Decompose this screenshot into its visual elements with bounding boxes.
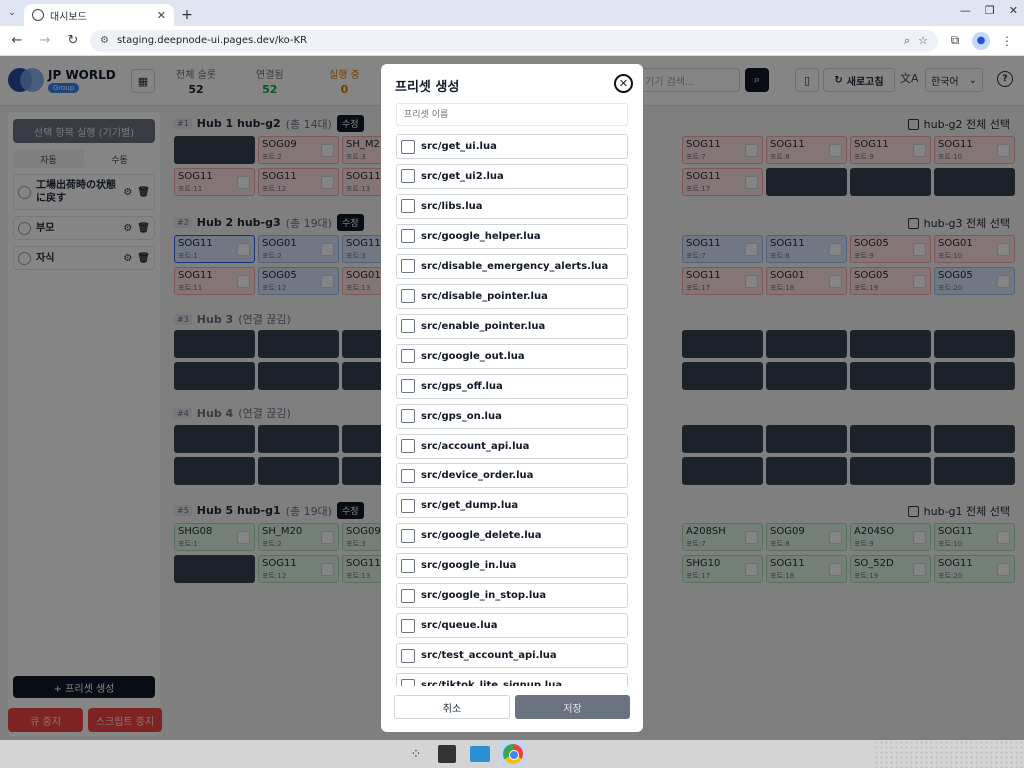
minimize-icon[interactable]: — [960, 4, 971, 17]
script-label: src/test_account_api.lua [421, 650, 557, 662]
window-controls: — ❐ ✕ [960, 4, 1018, 17]
script-checkbox[interactable] [401, 139, 415, 154]
script-option[interactable]: src/gps_on.lua [396, 403, 628, 429]
script-checkbox[interactable] [401, 169, 415, 184]
url-text: staging.deepnode-ui.pages.dev/ko-KR [116, 35, 308, 46]
terminal-icon[interactable] [434, 742, 460, 766]
back-icon[interactable]: ← [6, 30, 28, 52]
close-tab-icon[interactable]: ✕ [157, 9, 166, 22]
script-label: src/libs.lua [421, 200, 483, 212]
url-field[interactable]: ⚙ staging.deepnode-ui.pages.dev/ko-KR ⌕ … [90, 29, 938, 52]
script-label: src/disable_emergency_alerts.lua [421, 260, 609, 272]
script-option[interactable]: src/get_ui.lua [396, 134, 628, 159]
chrome-icon[interactable] [500, 742, 526, 766]
extensions-icon[interactable]: ⧉ [944, 30, 966, 52]
site-info-icon[interactable]: ⚙ [100, 35, 109, 46]
script-option[interactable]: src/device_order.lua [396, 463, 628, 489]
script-checkbox[interactable] [401, 588, 415, 603]
script-option[interactable]: src/disable_emergency_alerts.lua [396, 253, 628, 279]
script-label: src/enable_pointer.lua [421, 320, 546, 332]
script-checkbox[interactable] [401, 648, 415, 663]
launcher-icon[interactable]: ⁘ [403, 742, 429, 766]
script-label: src/queue.lua [421, 620, 498, 632]
new-tab-icon[interactable]: + [174, 4, 200, 26]
script-checkbox[interactable] [401, 409, 415, 424]
script-label: src/google_in.lua [421, 560, 517, 572]
script-checkbox[interactable] [401, 678, 415, 686]
create-preset-modal: 프리셋 생성 ✕ src/get_ui.luasrc/get_ui2.luasr… [381, 64, 643, 732]
script-option[interactable]: src/queue.lua [396, 613, 628, 639]
modal-title: 프리셋 생성 [395, 80, 460, 95]
script-checkbox[interactable] [401, 199, 415, 214]
script-option[interactable]: src/get_dump.lua [396, 493, 628, 519]
bookmark-star-icon[interactable]: ☆ [918, 34, 928, 47]
script-checkbox[interactable] [401, 618, 415, 633]
reload-icon[interactable]: ↻ [62, 30, 84, 52]
script-checkbox[interactable] [401, 349, 415, 364]
script-option[interactable]: src/google_in_stop.lua [396, 583, 628, 609]
script-checkbox[interactable] [401, 468, 415, 483]
script-label: src/get_dump.lua [421, 500, 519, 512]
taskbar-pattern [874, 740, 1024, 768]
files-icon[interactable] [467, 742, 493, 766]
script-option[interactable]: src/enable_pointer.lua [396, 313, 628, 339]
close-window-icon[interactable]: ✕ [1009, 4, 1018, 17]
forward-icon[interactable]: → [34, 30, 56, 52]
save-button[interactable]: 저장 [515, 695, 630, 719]
script-list[interactable]: src/get_ui.lua src/get_ui2.lua src/libs.lu… [396, 134, 628, 686]
browser-tabbar: ⌄ 대시보드 ✕ + — ❐ ✕ [0, 0, 1024, 26]
script-checkbox[interactable] [401, 229, 415, 244]
browser-tab[interactable]: 대시보드 ✕ [24, 4, 174, 26]
script-label: src/account_api.lua [421, 440, 530, 452]
zoom-icon[interactable]: ⌕ [904, 34, 910, 48]
script-option[interactable]: src/google_delete.lua [396, 523, 628, 549]
script-option[interactable]: src/gps_off.lua [396, 373, 628, 399]
script-checkbox[interactable] [401, 498, 415, 513]
script-option[interactable]: src/google_helper.lua [396, 223, 628, 249]
tab-title: 대시보드 [50, 11, 87, 23]
globe-icon [32, 9, 44, 21]
script-checkbox[interactable] [401, 379, 415, 394]
script-label: src/google_helper.lua [421, 230, 541, 242]
script-option[interactable]: src/disable_pointer.lua [396, 283, 628, 309]
cancel-button[interactable]: 취소 [394, 695, 510, 719]
preset-name-input[interactable] [396, 103, 628, 126]
script-checkbox[interactable] [401, 259, 415, 274]
script-label: src/get_ui.lua [421, 141, 497, 152]
script-option[interactable]: src/google_in.lua [396, 553, 628, 579]
script-label: src/tiktok_lite_signup.lua [421, 680, 563, 686]
script-checkbox[interactable] [401, 528, 415, 543]
script-label: src/google_in_stop.lua [421, 590, 547, 602]
os-taskbar: ⁘ [0, 740, 1024, 768]
script-option[interactable]: src/tiktok_lite_signup.lua [396, 673, 628, 686]
script-label: src/gps_on.lua [421, 410, 502, 422]
script-label: src/disable_pointer.lua [421, 290, 548, 302]
script-label: src/device_order.lua [421, 470, 534, 482]
script-label: src/google_delete.lua [421, 530, 542, 542]
script-checkbox[interactable] [401, 439, 415, 453]
script-label: src/google_out.lua [421, 350, 525, 362]
script-checkbox[interactable] [401, 558, 415, 573]
script-label: src/get_ui2.lua [421, 170, 504, 182]
script-checkbox[interactable] [401, 319, 415, 334]
script-label: src/gps_off.lua [421, 380, 503, 392]
script-option[interactable]: src/get_ui2.lua [396, 163, 628, 189]
address-bar: ← → ↻ ⚙ staging.deepnode-ui.pages.dev/ko… [0, 26, 1024, 56]
script-checkbox[interactable] [401, 289, 415, 304]
script-option[interactable]: src/libs.lua [396, 193, 628, 219]
tab-list-icon[interactable]: ⌄ [0, 0, 24, 26]
script-option[interactable]: src/account_api.lua [396, 433, 628, 459]
script-option[interactable]: src/google_out.lua [396, 343, 628, 369]
script-option[interactable]: src/test_account_api.lua [396, 643, 628, 669]
restore-icon[interactable]: ❐ [985, 4, 995, 17]
profile-avatar-icon[interactable]: ● [972, 31, 990, 50]
close-icon[interactable]: ✕ [614, 74, 633, 93]
browser-menu-icon[interactable]: ⋮ [996, 30, 1018, 52]
